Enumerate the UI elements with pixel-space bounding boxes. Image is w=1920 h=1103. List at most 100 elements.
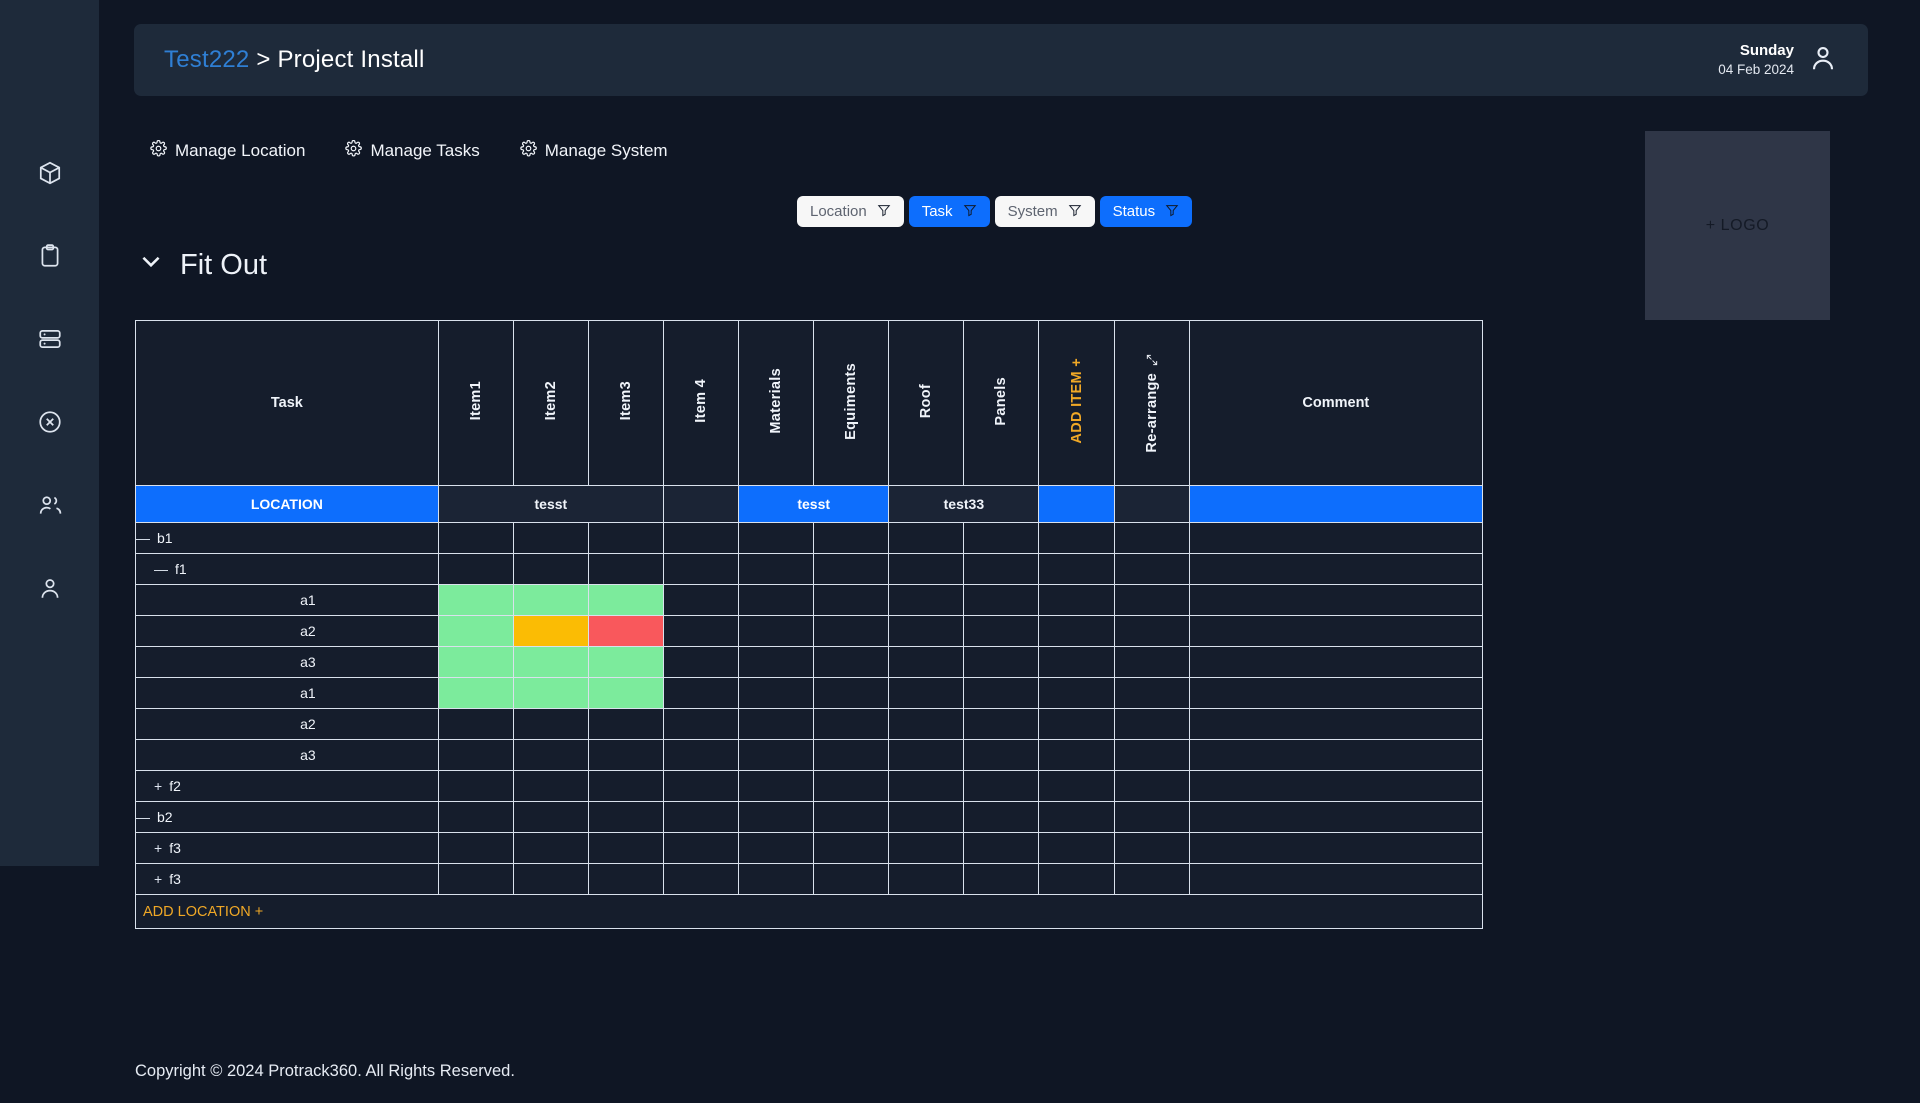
row-task-cell[interactable]: + f3 [135,863,439,895]
cell[interactable] [587,553,665,585]
cell[interactable] [888,863,965,895]
cell[interactable] [512,770,589,802]
row-toggle[interactable]: — [136,809,150,825]
location-group-5[interactable] [1038,485,1115,523]
cell[interactable] [1113,615,1190,647]
status-cell[interactable] [512,677,589,709]
comment-cell[interactable] [1188,801,1484,833]
row-task-cell[interactable]: — b1 [135,522,439,554]
cell[interactable] [587,832,665,864]
cell[interactable] [888,739,965,771]
cell[interactable] [662,770,740,802]
cell[interactable] [738,739,815,771]
status-cell[interactable] [437,646,514,678]
sidebar-item-box[interactable] [35,160,65,190]
cell[interactable] [662,646,740,678]
table-row[interactable]: a3 [135,739,1484,771]
cell[interactable] [1113,739,1190,771]
cell[interactable] [813,522,890,554]
row-task-cell[interactable]: a1 [135,677,439,709]
location-group-6[interactable] [1113,485,1190,523]
status-cell[interactable] [437,615,514,647]
status-cell[interactable] [587,615,665,647]
cell[interactable] [662,801,740,833]
cell[interactable] [738,708,815,740]
cell[interactable] [437,708,514,740]
row-task-cell[interactable]: a3 [135,646,439,678]
cell[interactable] [738,522,815,554]
cell[interactable] [963,553,1040,585]
row-toggle[interactable]: — [136,530,150,546]
header-add-item[interactable]: ADD ITEM + [1038,320,1115,486]
cell[interactable] [963,615,1040,647]
comment-cell[interactable] [1188,739,1484,771]
filter-status-button[interactable]: Status [1099,196,1193,227]
comment-cell[interactable] [1188,646,1484,678]
location-group-2[interactable] [662,485,740,523]
cell[interactable] [1038,677,1115,709]
location-group-3[interactable]: tesst [738,485,890,523]
cell[interactable] [437,770,514,802]
header-rearrange[interactable]: Re-arrange [1113,320,1190,486]
cell[interactable] [437,553,514,585]
cell[interactable] [888,553,965,585]
row-task-cell[interactable]: + f2 [135,770,439,802]
cell[interactable] [888,832,965,864]
cell[interactable] [1113,770,1190,802]
cell[interactable] [1038,522,1115,554]
cell[interactable] [587,708,665,740]
status-cell[interactable] [512,615,589,647]
comment-cell[interactable] [1188,863,1484,895]
cell[interactable] [963,739,1040,771]
table-row[interactable]: a2 [135,615,1484,647]
row-task-cell[interactable]: a2 [135,615,439,647]
status-cell[interactable] [587,646,665,678]
table-row[interactable]: — b1 [135,522,1484,554]
filter-task-button[interactable]: Task [908,196,990,227]
status-cell[interactable] [512,584,589,616]
table-row[interactable]: a3 [135,646,1484,678]
cell[interactable] [1113,708,1190,740]
cell[interactable] [738,770,815,802]
cell[interactable] [738,584,815,616]
cell[interactable] [888,770,965,802]
cell[interactable] [437,863,514,895]
cell[interactable] [662,553,740,585]
cell[interactable] [512,739,589,771]
row-task-cell[interactable]: — b2 [135,801,439,833]
cell[interactable] [1038,584,1115,616]
table-row[interactable]: + f3 [135,832,1484,864]
comment-cell[interactable] [1188,584,1484,616]
cell[interactable] [662,522,740,554]
cell[interactable] [437,801,514,833]
cell[interactable] [1038,863,1115,895]
cell[interactable] [512,522,589,554]
table-row[interactable]: — b2 [135,801,1484,833]
table-row[interactable]: a1 [135,677,1484,709]
table-row[interactable]: a2 [135,708,1484,740]
table-row[interactable]: + f3 [135,863,1484,895]
cell[interactable] [963,801,1040,833]
manage-tasks-link[interactable]: Manage Tasks [345,139,480,162]
cell[interactable] [1038,801,1115,833]
cell[interactable] [437,522,514,554]
cell[interactable] [813,739,890,771]
cell[interactable] [437,832,514,864]
location-group-1[interactable]: tesst [437,485,665,523]
row-task-cell[interactable]: a2 [135,708,439,740]
sidebar-item-server[interactable] [35,326,65,356]
manage-system-link[interactable]: Manage System [520,139,668,162]
cell[interactable] [1038,553,1115,585]
cell[interactable] [1113,646,1190,678]
cell[interactable] [738,553,815,585]
cell[interactable] [738,801,815,833]
row-toggle[interactable]: + [154,871,162,887]
row-toggle[interactable]: + [154,778,162,794]
status-cell[interactable] [587,584,665,616]
sidebar-item-profile[interactable] [35,575,65,605]
comment-cell[interactable] [1188,615,1484,647]
cell[interactable] [813,770,890,802]
cell[interactable] [662,677,740,709]
cell[interactable] [888,522,965,554]
cell[interactable] [888,801,965,833]
